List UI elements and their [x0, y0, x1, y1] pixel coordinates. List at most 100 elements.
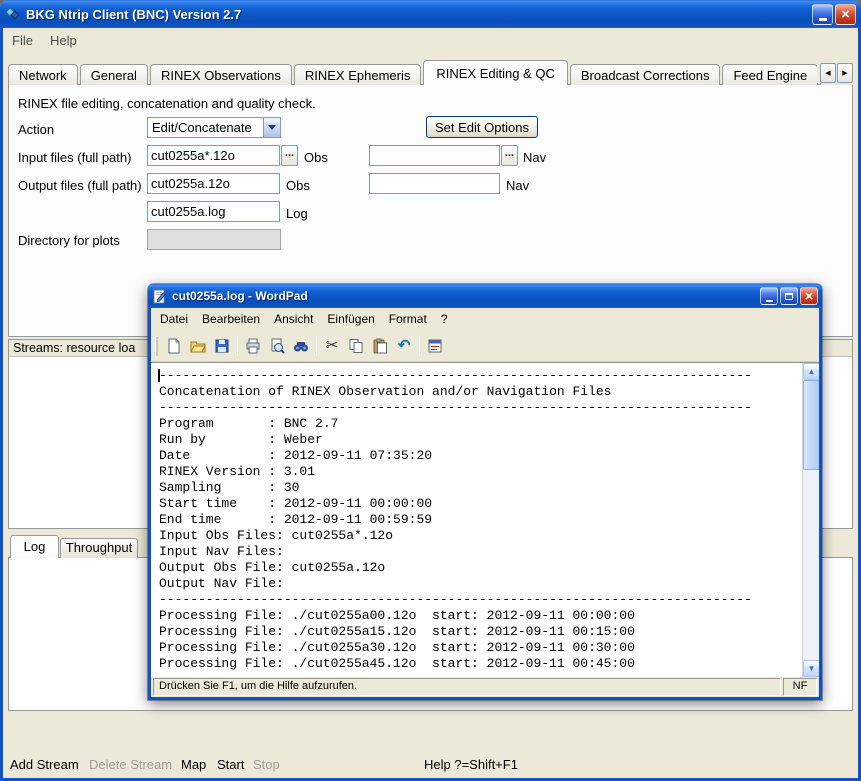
print-preview-button[interactable]	[265, 334, 289, 358]
minimize-icon	[766, 300, 773, 302]
vertical-scrollbar[interactable]: ▲ ▼	[802, 363, 819, 677]
tab-throughput[interactable]: Throughput	[60, 538, 138, 558]
set-edit-options-button[interactable]: Set Edit Options	[426, 116, 538, 138]
minimize-button[interactable]	[812, 4, 833, 25]
save-icon	[214, 338, 230, 354]
action-dropdown[interactable]: Edit/Concatenate	[147, 117, 281, 138]
toolbar-separator	[237, 336, 238, 356]
output-nav-suffix: Nav	[506, 178, 529, 193]
input-files-label: Input files (full path)	[18, 150, 131, 165]
toolbar-grip[interactable]	[155, 336, 158, 356]
menu-format[interactable]: Format	[382, 310, 434, 328]
map-button[interactable]: Map	[181, 757, 206, 772]
date-time-icon	[427, 338, 443, 354]
output-log-field[interactable]	[147, 201, 280, 222]
wordpad-maximize-button[interactable]	[780, 287, 798, 305]
add-stream-button[interactable]: Add Stream	[10, 757, 79, 772]
toolbar-separator	[419, 336, 420, 356]
statusbar-message: Drücken Sie F1, um die Hilfe aufzurufen.	[153, 678, 781, 696]
print-icon	[245, 338, 261, 354]
copy-icon	[348, 338, 364, 354]
bnc-app-icon	[5, 6, 21, 22]
plots-dir-field	[147, 229, 281, 250]
wordpad-close-button[interactable]: ×	[800, 287, 818, 305]
text-caret	[158, 369, 160, 382]
start-button[interactable]: Start	[217, 757, 244, 772]
input-obs-browse-button[interactable]: ...	[281, 145, 298, 166]
output-obs-suffix: Obs	[286, 178, 310, 193]
output-files-label: Output files (full path)	[18, 178, 142, 193]
output-nav-field[interactable]	[369, 173, 500, 194]
menu-datei[interactable]: Datei	[153, 310, 195, 328]
scrollbar-thumb[interactable]	[803, 380, 819, 470]
action-label: Action	[18, 122, 54, 137]
wordpad-window: cut0255a.log - WordPad × Datei Bearbeite…	[148, 284, 822, 700]
find-button[interactable]	[289, 334, 313, 358]
menu-help[interactable]: Help	[50, 33, 77, 48]
paste-button[interactable]	[368, 334, 392, 358]
input-obs-suffix: Obs	[304, 150, 328, 165]
paste-icon	[372, 338, 388, 354]
plots-dir-label: Directory for plots	[18, 233, 120, 248]
tab-rinex-ephemeris[interactable]: RINEX Ephemeris	[294, 64, 421, 85]
menu-bearbeiten[interactable]: Bearbeiten	[195, 310, 267, 328]
input-nav-field[interactable]	[369, 145, 500, 166]
menu-ansicht[interactable]: Ansicht	[267, 310, 320, 328]
open-button[interactable]	[186, 334, 210, 358]
output-obs-field[interactable]	[147, 173, 280, 194]
tab-network[interactable]: Network	[8, 64, 78, 85]
new-document-button[interactable]	[162, 334, 186, 358]
menu-file[interactable]: File	[12, 33, 33, 48]
wordpad-app-icon	[152, 289, 167, 304]
stop-button: Stop	[253, 757, 280, 772]
wordpad-statusbar: Drücken Sie F1, um die Hilfe aufzurufen.…	[153, 678, 817, 696]
menu-einfuegen[interactable]: Einfügen	[320, 310, 381, 328]
tab-broadcast-corrections[interactable]: Broadcast Corrections	[570, 64, 721, 85]
document-text[interactable]: ----------------------------------------…	[151, 363, 819, 672]
find-icon	[293, 338, 309, 354]
minimize-icon	[819, 18, 827, 21]
bnc-main-window: BKG Ntrip Client (BNC) Version 2.7 × Fil…	[0, 0, 861, 781]
document-area[interactable]: ----------------------------------------…	[151, 362, 819, 677]
scroll-up-icon[interactable]: ▲	[803, 363, 819, 380]
wordpad-menubar: Datei Bearbeiten Ansicht Einfügen Format…	[151, 308, 819, 330]
undo-icon: ↶	[398, 338, 411, 353]
output-log-suffix: Log	[286, 206, 308, 221]
date-time-button[interactable]	[423, 334, 447, 358]
scroll-down-icon[interactable]: ▼	[803, 660, 819, 677]
toolbar-separator	[316, 336, 317, 356]
menu-hilfe[interactable]: ?	[434, 310, 455, 328]
tab-feed-engine[interactable]: Feed Engine	[722, 64, 818, 85]
print-preview-icon	[269, 338, 285, 354]
save-button[interactable]	[210, 334, 234, 358]
wordpad-titlebar[interactable]: cut0255a.log - WordPad ×	[148, 284, 822, 308]
tab-general[interactable]: General	[80, 64, 148, 85]
main-titlebar[interactable]: BKG Ntrip Client (BNC) Version 2.7 ×	[0, 0, 861, 28]
wordpad-toolbar: ✂ ↶	[151, 330, 819, 362]
action-dropdown-value: Edit/Concatenate	[148, 118, 263, 137]
tab-scrollers: ◀ ▶	[817, 63, 853, 83]
close-button[interactable]: ×	[835, 4, 856, 25]
copy-button[interactable]	[344, 334, 368, 358]
delete-stream-button: Delete Stream	[89, 757, 172, 772]
print-button[interactable]	[241, 334, 265, 358]
dropdown-arrow-icon[interactable]	[263, 118, 280, 137]
wordpad-minimize-button[interactable]	[760, 287, 778, 305]
tab-scroll-right-icon[interactable]: ▶	[837, 63, 853, 83]
new-document-icon	[166, 338, 182, 354]
wordpad-body: Datei Bearbeiten Ansicht Einfügen Format…	[151, 308, 819, 697]
input-nav-suffix: Nav	[523, 150, 546, 165]
help-shortcut-label: Help ?=Shift+F1	[424, 757, 518, 772]
open-icon	[190, 338, 206, 354]
statusbar-numlock: NF	[783, 678, 817, 696]
input-nav-browse-button[interactable]: ...	[501, 145, 518, 166]
input-obs-field[interactable]	[147, 145, 280, 166]
undo-button[interactable]: ↶	[392, 334, 416, 358]
tab-log[interactable]: Log	[10, 535, 59, 558]
tab-scroll-left-icon[interactable]: ◀	[820, 63, 836, 83]
tab-rinex-editing-qc[interactable]: RINEX Editing & QC	[423, 60, 568, 85]
tab-rinex-observations[interactable]: RINEX Observations	[150, 64, 292, 85]
wordpad-window-title: cut0255a.log - WordPad	[172, 289, 755, 303]
main-window-title: BKG Ntrip Client (BNC) Version 2.7	[26, 7, 807, 22]
cut-button[interactable]: ✂	[320, 334, 344, 358]
